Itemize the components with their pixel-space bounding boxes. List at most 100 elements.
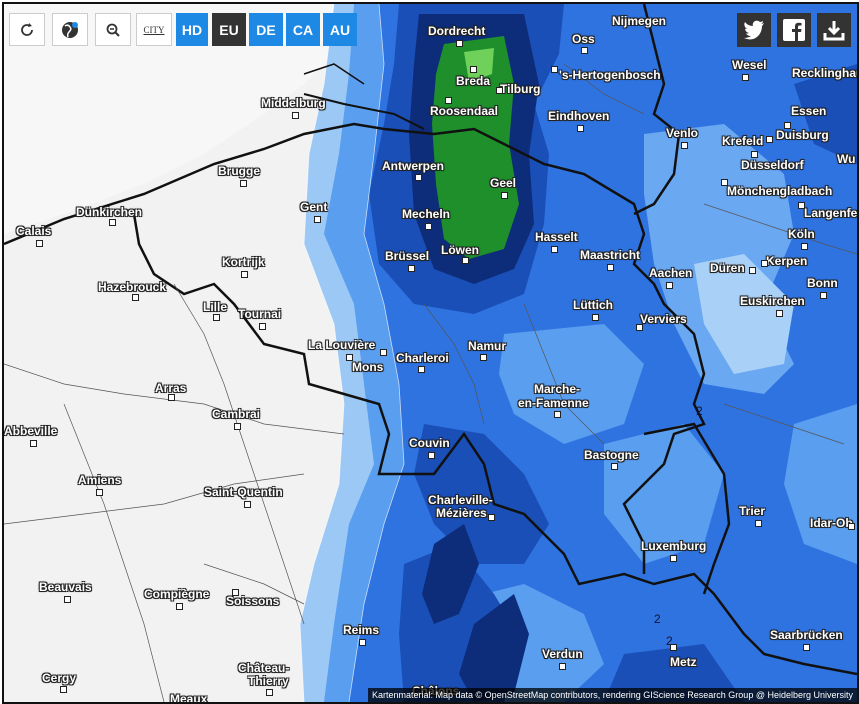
city-label: Middelburg — [261, 96, 326, 110]
city-marker — [380, 349, 387, 356]
city-marker — [766, 136, 773, 143]
city-label: Tournai — [238, 307, 282, 321]
city-marker — [445, 97, 452, 104]
city-marker — [428, 452, 435, 459]
city-label: Aachen — [649, 266, 693, 280]
city-marker — [346, 354, 353, 361]
contour-label: 2 — [654, 612, 661, 626]
city-label: Antwerpen — [382, 159, 445, 173]
city-marker — [801, 243, 808, 250]
map-attribution: Kartenmaterial: Map data © OpenStreetMap… — [368, 688, 857, 702]
download-button[interactable] — [817, 13, 851, 47]
zoom-out-button[interactable] — [95, 13, 131, 46]
city-marker — [109, 219, 116, 226]
city-marker — [551, 66, 558, 73]
city-label: Cambrai — [212, 407, 261, 421]
download-icon — [823, 21, 845, 41]
city-label: Saint-Quentin — [204, 485, 283, 499]
city-marker — [168, 394, 175, 401]
city-label: Wesel — [732, 58, 767, 72]
city-label: Mézières — [436, 506, 487, 520]
city-marker — [425, 223, 432, 230]
city-marker — [240, 180, 247, 187]
city-marker — [244, 501, 251, 508]
city-marker — [755, 520, 762, 527]
city-marker — [761, 260, 768, 267]
city-label: Arras — [155, 381, 187, 395]
city-label: Trier — [739, 504, 766, 518]
globe-button[interactable] — [52, 13, 88, 46]
city-marker — [292, 112, 299, 119]
city-marker — [314, 216, 321, 223]
de-button[interactable]: DE — [249, 13, 283, 46]
city-marker — [751, 151, 758, 158]
city-label: Köln — [788, 227, 815, 241]
city-marker — [749, 267, 756, 274]
city-label: Dordrecht — [428, 24, 486, 38]
city-marker — [820, 292, 827, 299]
city-label: Mönchengladbach — [727, 184, 833, 198]
city-marker — [496, 87, 503, 94]
city-label: Compiègne — [144, 587, 210, 601]
city-marker — [480, 354, 487, 361]
city-marker — [581, 47, 588, 54]
city-label: Verdun — [542, 647, 583, 661]
city-marker — [176, 603, 183, 610]
city-marker — [213, 314, 220, 321]
city-label: Hasselt — [535, 230, 578, 244]
city-label: Luxemburg — [641, 539, 707, 553]
contour-label: 2 — [696, 404, 703, 418]
city-label: Bonn — [807, 276, 838, 290]
city-marker — [30, 440, 37, 447]
city-marker — [611, 463, 618, 470]
city-toggle-button[interactable]: CITY — [136, 13, 172, 46]
city-label: Charleville- — [428, 493, 493, 507]
ca-button[interactable]: CA — [286, 13, 320, 46]
map-frame[interactable]: 2 2 2 Dordrecht Nijmegen Oss Breda Tilbu… — [2, 2, 859, 704]
city-marker — [64, 596, 71, 603]
city-marker — [488, 514, 495, 521]
city-marker — [559, 663, 566, 670]
city-label: Löwen — [441, 243, 479, 257]
city-marker — [60, 686, 67, 693]
eu-button[interactable]: EU — [212, 13, 246, 46]
city-marker — [132, 294, 139, 301]
au-button[interactable]: AU — [323, 13, 357, 46]
city-marker — [607, 264, 614, 271]
city-label: Charleroi — [396, 351, 449, 365]
city-marker — [418, 366, 425, 373]
city-label: Krefeld — [722, 134, 764, 148]
city-marker — [96, 489, 103, 496]
city-label: Namur — [468, 339, 507, 353]
city-marker — [721, 179, 728, 186]
city-marker — [848, 523, 855, 530]
city-marker — [742, 74, 749, 81]
city-marker — [415, 174, 422, 181]
city-label: Venlo — [666, 126, 699, 140]
city-label: Idar-Ob — [810, 516, 853, 530]
twitter-button[interactable] — [737, 13, 771, 47]
city-label: Euskirchen — [740, 294, 805, 308]
twitter-icon — [744, 20, 764, 40]
hd-button[interactable]: HD — [176, 13, 208, 46]
city-marker — [266, 689, 273, 696]
city-marker — [554, 411, 561, 418]
city-marker — [666, 282, 673, 289]
city-label: Marche- — [534, 382, 581, 396]
city-marker — [501, 192, 508, 199]
city-label: Geel — [490, 176, 517, 190]
city-marker — [681, 142, 688, 149]
city-label: Beauvais — [39, 580, 92, 594]
refresh-button[interactable] — [9, 13, 45, 46]
city-label: Roosendaal — [430, 104, 499, 118]
city-label: Langenfe — [804, 206, 858, 220]
city-label: Reims — [343, 623, 380, 637]
city-label: Cergy — [42, 671, 77, 685]
refresh-icon — [21, 22, 33, 36]
city-marker — [592, 314, 599, 321]
city-label: Düren — [710, 261, 745, 275]
city-label: Düsseldorf — [741, 158, 804, 172]
city-label: Kortrijk — [222, 255, 265, 269]
city-marker — [462, 257, 469, 264]
facebook-button[interactable] — [777, 13, 811, 47]
